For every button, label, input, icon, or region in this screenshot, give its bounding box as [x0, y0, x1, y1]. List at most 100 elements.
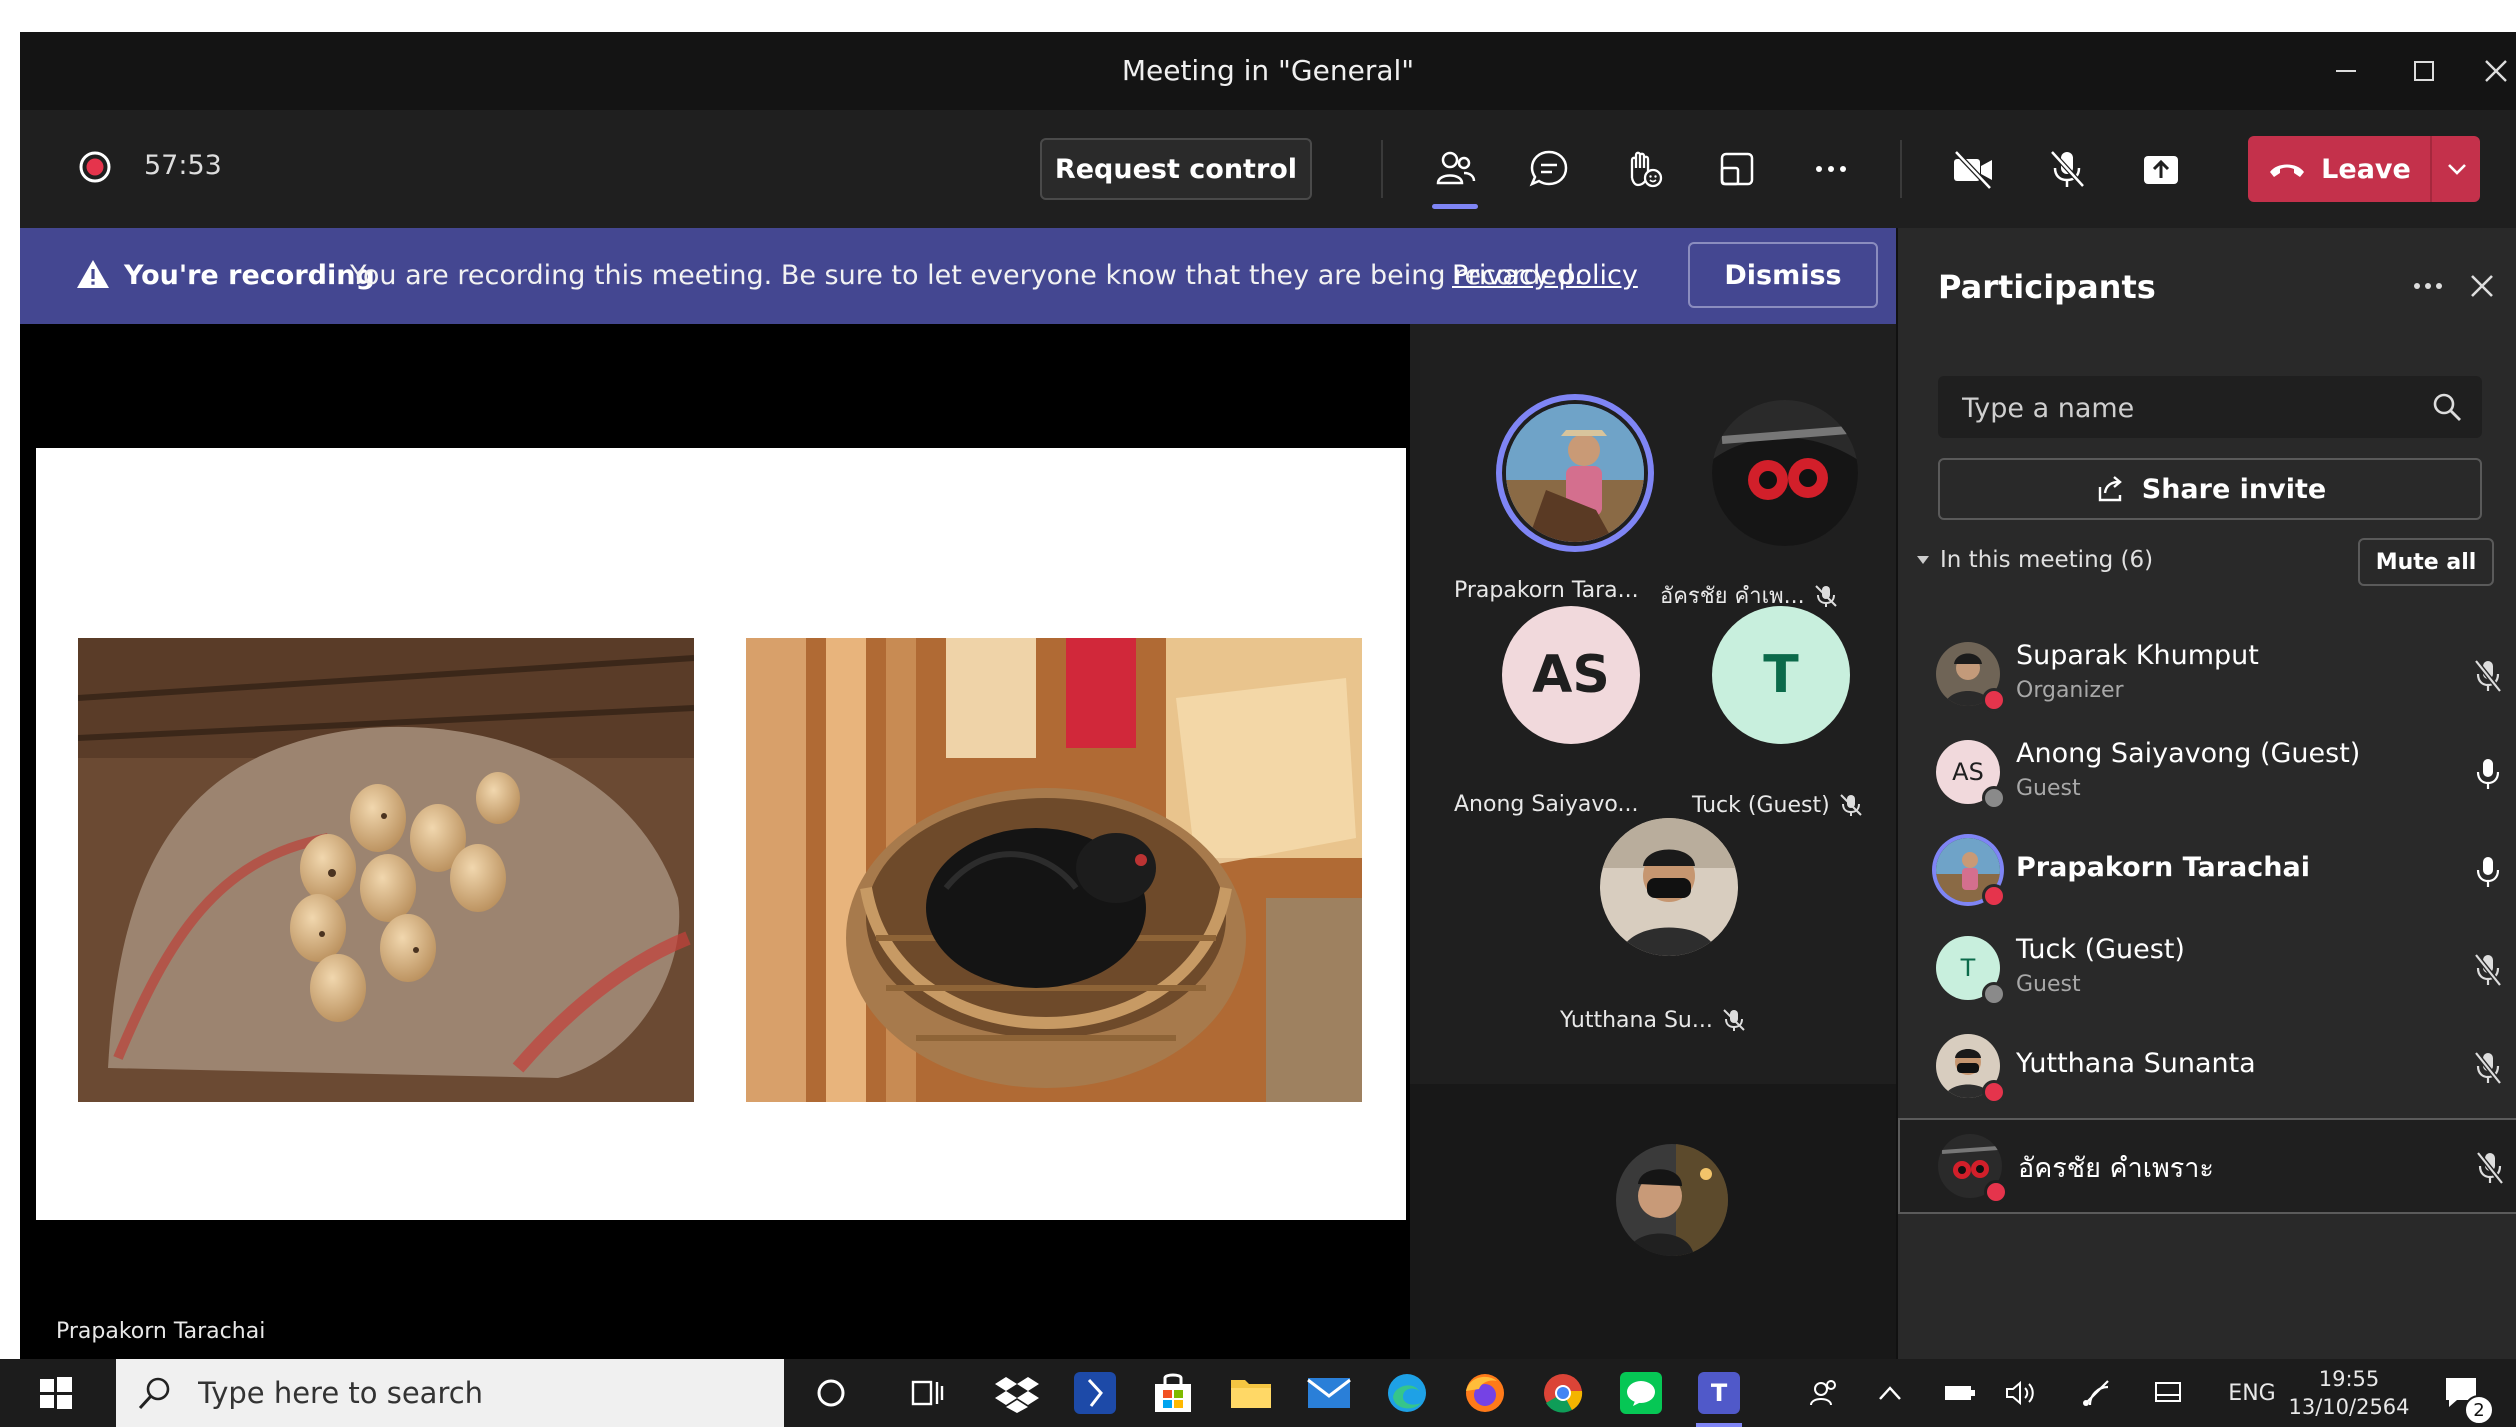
cortana-icon	[817, 1379, 845, 1407]
leave-button[interactable]: Leave	[2248, 136, 2430, 202]
participant-name: Anong Saiyavong (Guest)	[2016, 738, 2361, 769]
participant-row[interactable]: Suparak Khumput Organizer	[1898, 628, 2516, 724]
participant-name: Tuck (Guest)	[2016, 934, 2185, 965]
people-tray-button[interactable]	[1798, 1359, 1848, 1427]
leave-label: Leave	[2321, 153, 2411, 185]
title-bar: Meeting in "General"	[20, 32, 2516, 110]
chevron-up-icon	[1879, 1386, 1901, 1400]
network-tray-icon[interactable]	[2074, 1359, 2118, 1427]
start-button[interactable]	[28, 1369, 84, 1417]
share-content-button[interactable]	[2126, 110, 2196, 228]
search-icon	[138, 1377, 170, 1410]
status-offline-icon	[1982, 982, 2006, 1006]
cortana-button[interactable]	[802, 1365, 860, 1421]
powershell-app[interactable]	[1066, 1365, 1124, 1421]
status-dnd-icon	[1984, 1180, 2008, 1204]
hen-basket-photo	[746, 638, 1362, 1102]
dismiss-button[interactable]: Dismiss	[1688, 242, 1878, 308]
participant-avatar	[1938, 1134, 2008, 1204]
privacy-policy-link[interactable]: Privacy policy	[1452, 260, 1638, 291]
show-hidden-icons-button[interactable]	[1870, 1359, 1910, 1427]
in-meeting-section-header[interactable]: In this meeting (6)	[1916, 540, 2153, 580]
video-gallery: Prapakorn Tara... อัครชัย คำเพ... AS Ano…	[1410, 324, 1896, 1359]
volume-tray-icon[interactable]	[2000, 1359, 2044, 1427]
clock-time: 19:55	[2318, 1367, 2380, 1391]
people-button[interactable]	[1420, 110, 1490, 228]
leave-options-button[interactable]	[2430, 136, 2482, 202]
input-language-indicator[interactable]: ENG	[2220, 1359, 2284, 1427]
participant-row[interactable]: Yutthana Sunanta	[1898, 1020, 2516, 1116]
participant-initials-avatar: T	[1936, 936, 2006, 1006]
action-center-button[interactable]: 2	[2434, 1359, 2494, 1427]
windows-taskbar: T ENG 19:55 13/10/2564 2	[0, 1359, 2516, 1427]
participant-avatar	[1936, 642, 2006, 712]
teams-app[interactable]: T	[1690, 1365, 1748, 1427]
participant-row[interactable]: AS Anong Saiyavong (Guest) Guest	[1898, 726, 2516, 822]
mute-all-button[interactable]: Mute all	[2358, 538, 2494, 586]
participant-row[interactable]: Prapakorn Tarachai	[1898, 824, 2516, 920]
camera-off-icon	[1954, 150, 1992, 190]
store-bag-icon	[1155, 1373, 1191, 1412]
mail-app[interactable]	[1300, 1365, 1358, 1421]
layout-icon	[1720, 152, 1754, 186]
participant-search-input[interactable]	[1960, 376, 2404, 440]
taskbar-search-box[interactable]	[116, 1359, 784, 1427]
mic-toggle-button[interactable]	[2032, 110, 2102, 228]
search-icon	[2433, 393, 2461, 421]
mic-off-icon	[2468, 1046, 2508, 1090]
minimize-button[interactable]	[2316, 42, 2376, 100]
share-invite-button[interactable]: Share invite	[1938, 458, 2482, 520]
participant-search-field[interactable]	[1938, 376, 2482, 440]
camera-toggle-button[interactable]	[1938, 110, 2008, 228]
task-view-button[interactable]	[898, 1365, 956, 1421]
reactions-button[interactable]	[1608, 110, 1678, 228]
taskbar-clock[interactable]: 19:55 13/10/2564	[2288, 1359, 2410, 1427]
warning-icon	[77, 260, 109, 288]
gallery-tile-3-name: Anong Saiyavo...	[1454, 792, 1639, 817]
more-actions-button[interactable]	[1796, 110, 1866, 228]
mail-icon	[1307, 1378, 1351, 1408]
recording-banner-heading: You're recording	[124, 260, 375, 291]
store-app[interactable]	[1144, 1365, 1202, 1421]
close-panel-button[interactable]	[2462, 266, 2502, 306]
participant-initials-avatar: AS	[1502, 606, 1640, 744]
battery-tray-icon[interactable]	[1940, 1359, 1980, 1427]
request-control-button[interactable]: Request control	[1040, 138, 1312, 200]
view-switcher-button[interactable]	[1702, 110, 1772, 228]
mic-off-icon	[1814, 584, 1837, 607]
window-title: Meeting in "General"	[1121, 54, 1415, 87]
participant-name: Suparak Khumput	[2016, 640, 2259, 671]
raise-hand-icon	[1630, 151, 1663, 188]
clock-date: 13/10/2564	[2288, 1395, 2410, 1419]
maximize-button[interactable]	[2394, 42, 2454, 100]
participant-avatar	[1936, 1034, 2006, 1104]
close-window-button[interactable]	[2466, 42, 2516, 100]
share-tray-icon	[2144, 156, 2178, 184]
gallery-tile-4-name: Tuck (Guest)	[1692, 792, 1864, 818]
firefox-icon	[1466, 1374, 1504, 1412]
line-app[interactable]	[1612, 1365, 1670, 1421]
gallery-tile-2-name: อัครชัย คำเพ...	[1660, 578, 1839, 613]
chrome-app[interactable]	[1534, 1365, 1592, 1421]
participant-name: Yutthana Sunanta	[2016, 1048, 2256, 1079]
chevron-down-icon	[2448, 164, 2466, 175]
chat-button[interactable]	[1514, 110, 1584, 228]
people-icon	[1436, 151, 1476, 185]
meeting-toolbar: 57:53 Request control Leave	[20, 110, 2516, 228]
people-icon	[1810, 1380, 1836, 1406]
display-tray-icon[interactable]	[2146, 1359, 2190, 1427]
taskbar-search-input[interactable]	[196, 1375, 760, 1411]
monitor-icon	[2155, 1382, 2181, 1402]
dropbox-app[interactable]	[988, 1365, 1046, 1421]
participant-row-selected[interactable]: อัครชัย คำเพราะ	[1898, 1118, 2516, 1214]
meeting-timer: 57:53	[144, 150, 222, 181]
firefox-app[interactable]	[1456, 1365, 1514, 1421]
mic-off-icon	[2468, 654, 2508, 698]
panel-more-options-button[interactable]	[2406, 264, 2450, 308]
file-explorer-app[interactable]	[1222, 1365, 1280, 1421]
participant-row[interactable]: T Tuck (Guest) Guest	[1898, 922, 2516, 1018]
recording-banner: You're recording You are recording this …	[20, 228, 1896, 324]
edge-app[interactable]	[1378, 1365, 1436, 1421]
recording-indicator-icon	[78, 150, 112, 184]
self-view-area	[1410, 1084, 1896, 1359]
